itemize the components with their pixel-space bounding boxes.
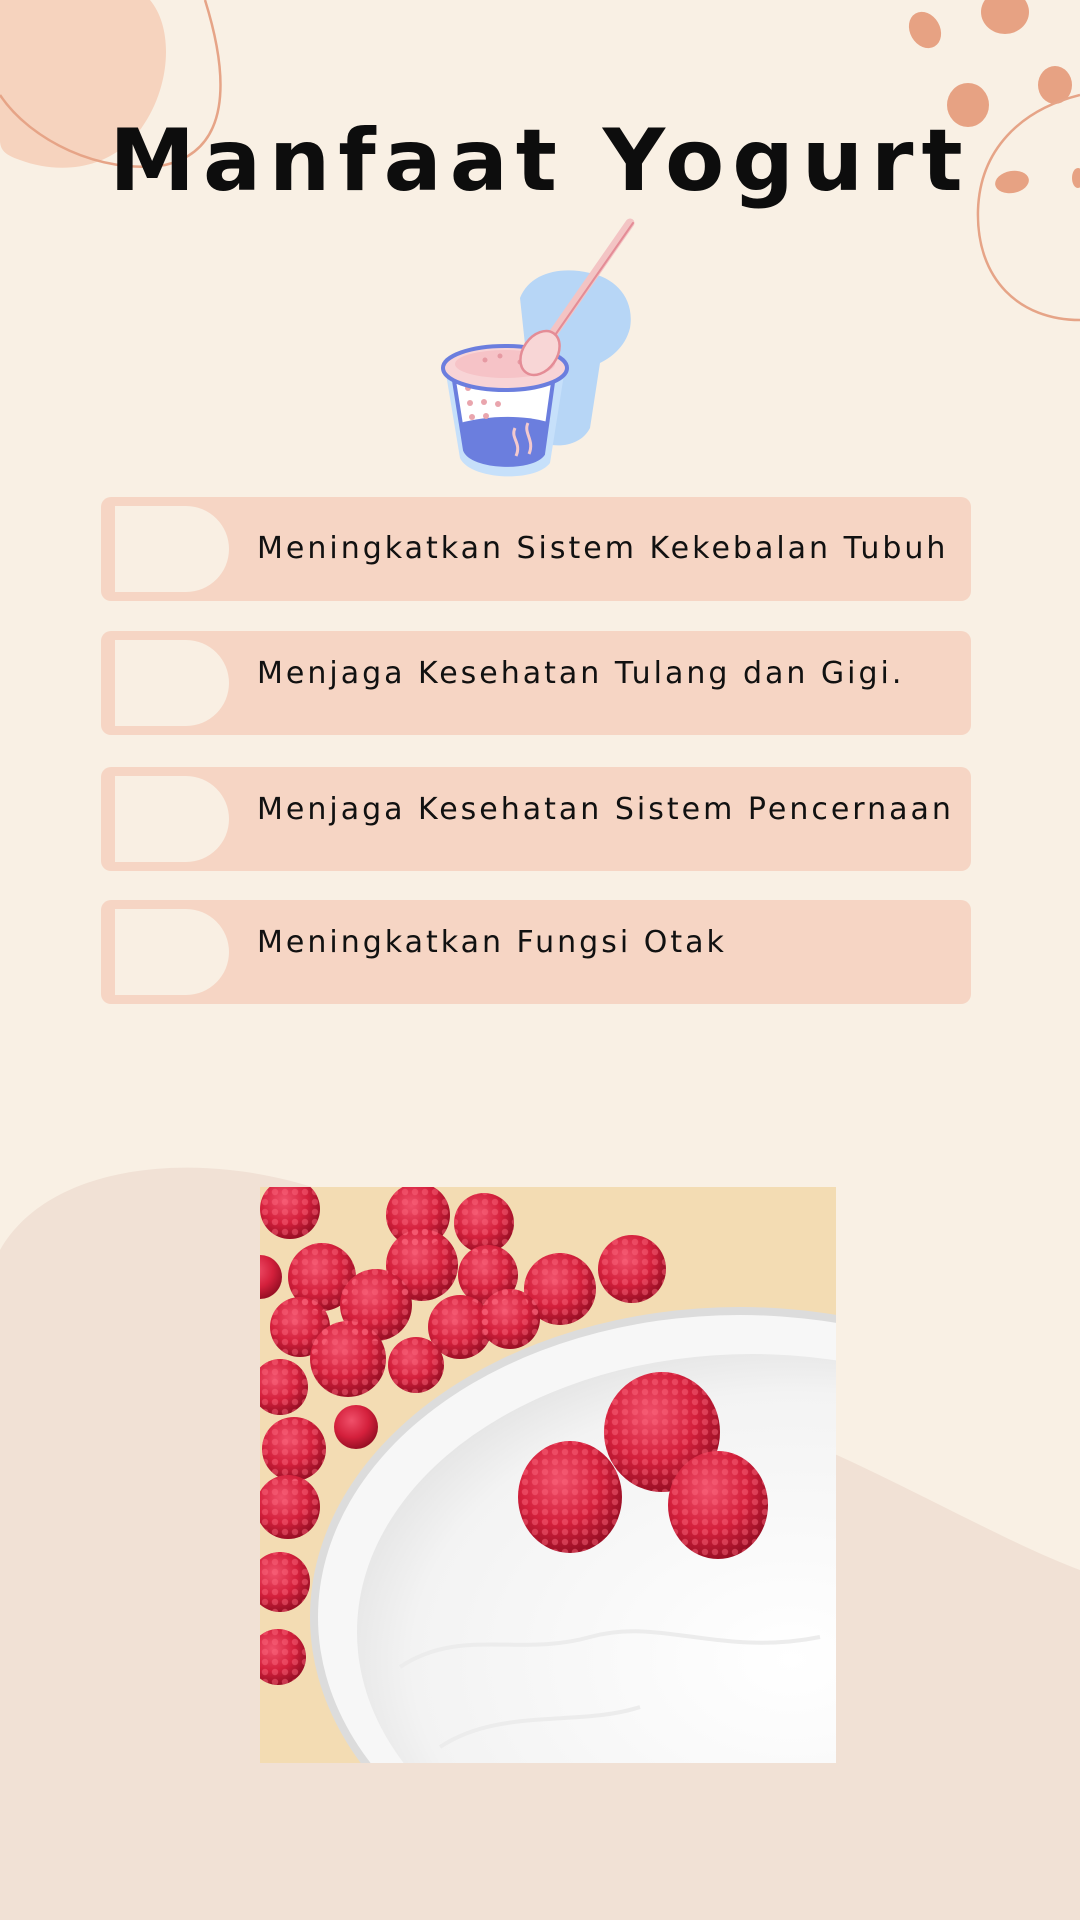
benefit-label: Meningkatkan Fungsi Otak	[257, 925, 727, 960]
benefit-card-2: Menjaga Kesehatan Tulang dan Gigi.	[101, 631, 971, 735]
benefit-label: Menjaga Kesehatan Tulang dan Gigi.	[257, 656, 905, 691]
benefit-label: Menjaga Kesehatan Sistem Pencernaan	[257, 792, 954, 827]
page-title: Manfaat Yogurt	[109, 111, 971, 211]
benefit-label: Meningkatkan Sistem Kekebalan Tubuh	[257, 531, 949, 566]
benefit-tab-shape	[115, 506, 229, 592]
benefit-card-3: Menjaga Kesehatan Sistem Pencernaan	[101, 767, 971, 871]
yogurt-raspberry-photo	[260, 1187, 836, 1763]
yogurt-cup-illustration	[441, 218, 635, 477]
benefit-card-1: Meningkatkan Sistem Kekebalan Tubuh	[101, 497, 971, 601]
benefit-tab-shape	[115, 776, 229, 862]
benefit-card-4: Meningkatkan Fungsi Otak	[101, 900, 971, 1004]
benefit-tab-shape	[115, 640, 229, 726]
benefit-tab-shape	[115, 909, 229, 995]
